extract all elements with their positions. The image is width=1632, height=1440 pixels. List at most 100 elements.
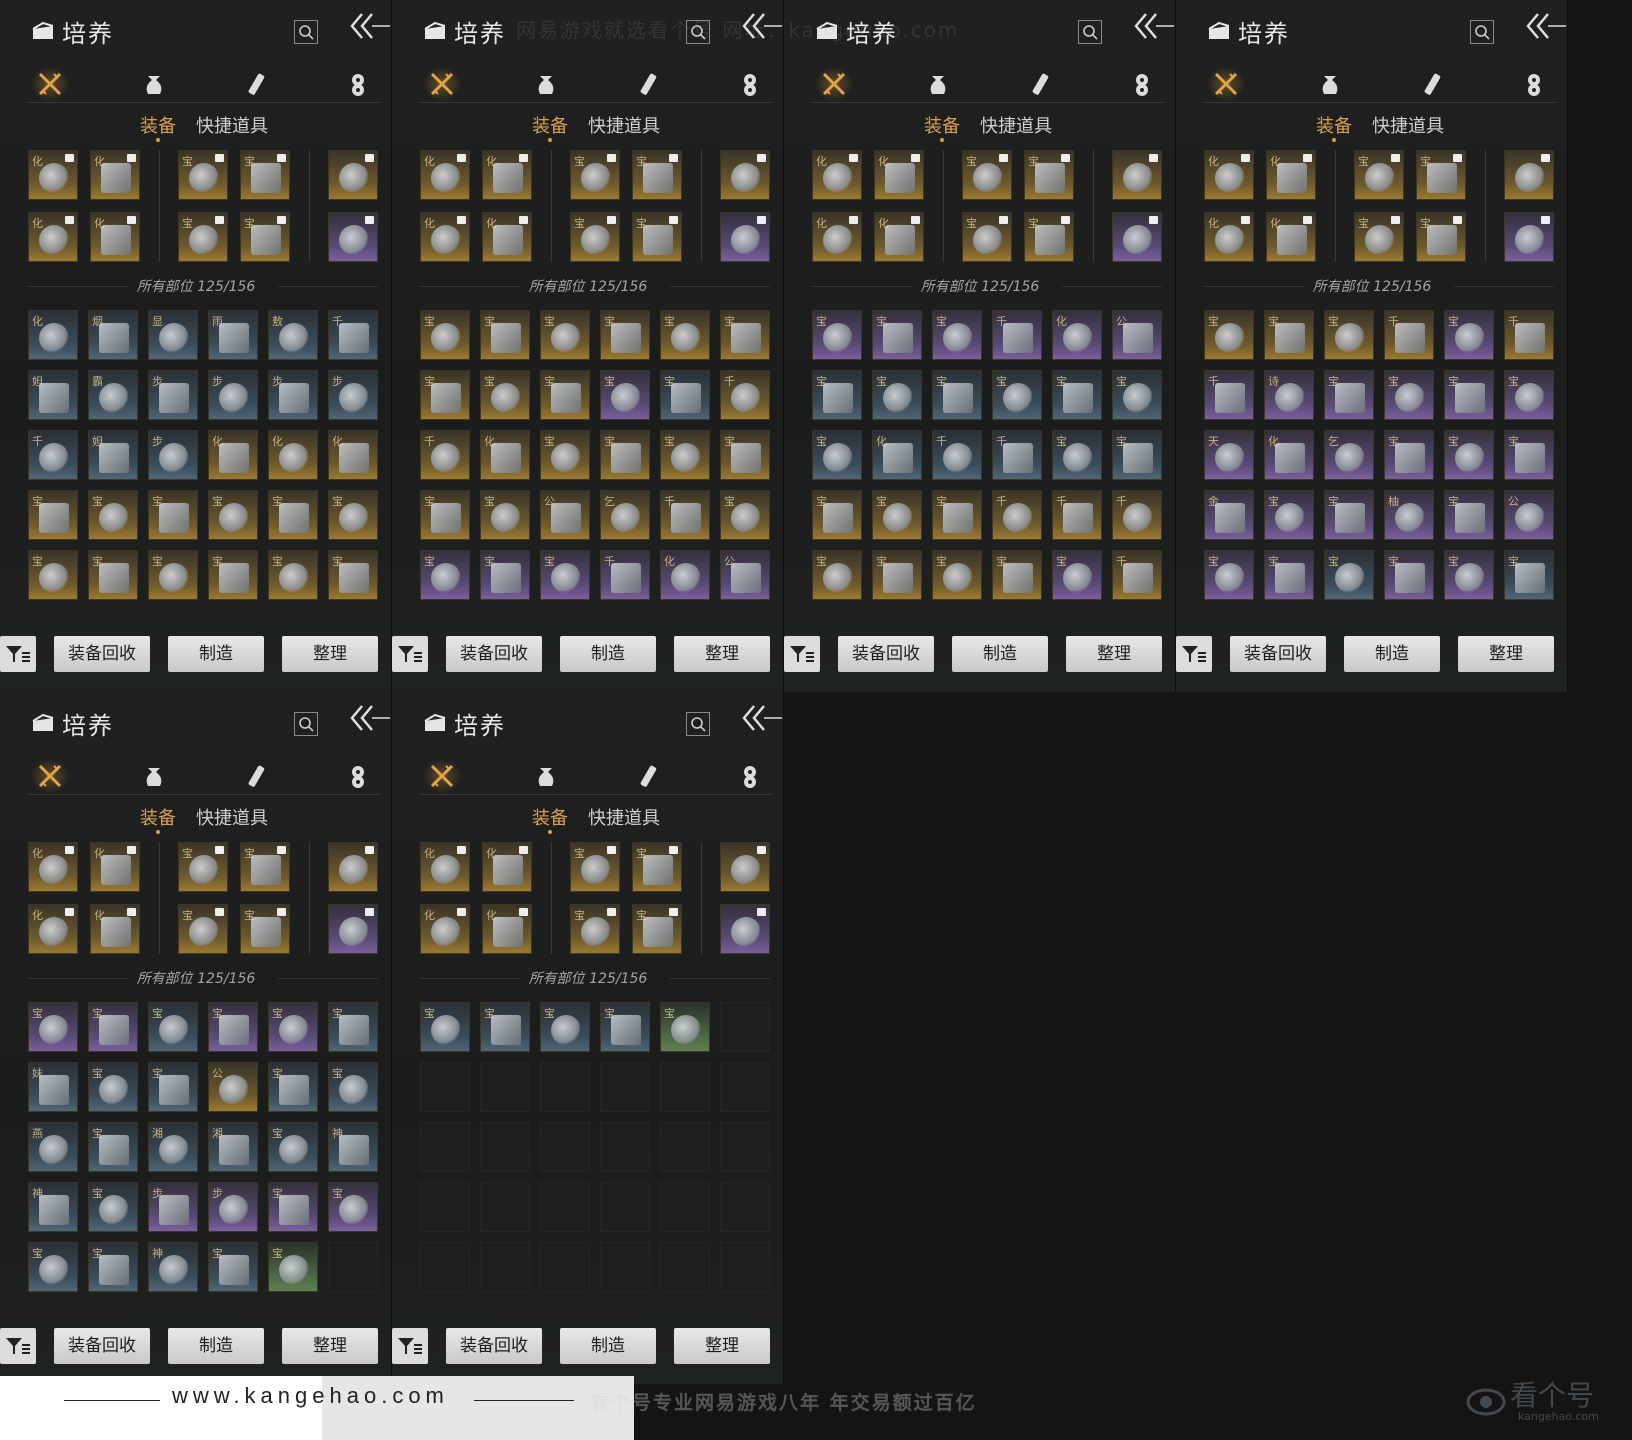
craft-button[interactable]: 制造: [560, 636, 656, 672]
inventory-slot[interactable]: 宝: [480, 550, 530, 600]
sort-button[interactable]: 整理: [1066, 636, 1162, 672]
inventory-slot[interactable]: [540, 1062, 590, 1112]
inventory-slot[interactable]: [600, 1242, 650, 1292]
inventory-slot[interactable]: 宝: [28, 1242, 78, 1292]
equipped-slot[interactable]: 宝: [570, 842, 620, 892]
tab-equipment[interactable]: 装备: [532, 804, 568, 830]
inventory-slot[interactable]: 宝: [28, 550, 78, 600]
tab-pouch[interactable]: [140, 762, 168, 790]
inventory-slot[interactable]: 宝: [1264, 550, 1314, 600]
tab-token[interactable]: [344, 70, 372, 98]
inventory-slot[interactable]: 宝: [420, 310, 470, 360]
tab-token[interactable]: [344, 762, 372, 790]
inventory-slot[interactable]: 化: [268, 430, 318, 480]
inventory-slot[interactable]: 步: [208, 370, 258, 420]
recycle-button[interactable]: 装备回收: [54, 636, 150, 672]
inventory-slot[interactable]: 乞: [600, 490, 650, 540]
equipped-slot[interactable]: [720, 212, 770, 262]
inventory-slot[interactable]: [480, 1122, 530, 1172]
craft-button[interactable]: 制造: [952, 636, 1048, 672]
equipped-slot[interactable]: 化: [874, 212, 924, 262]
inventory-slot[interactable]: [540, 1242, 590, 1292]
equipped-slot[interactable]: 化: [420, 212, 470, 262]
inventory-slot[interactable]: 宝: [1384, 430, 1434, 480]
inventory-slot[interactable]: 宝: [660, 370, 710, 420]
sort-button[interactable]: 整理: [674, 1328, 770, 1364]
inventory-slot[interactable]: 化: [1052, 310, 1102, 360]
inventory-slot[interactable]: 霸: [88, 370, 138, 420]
inventory-slot[interactable]: 燕: [28, 1122, 78, 1172]
inventory-slot[interactable]: 宝: [1052, 430, 1102, 480]
tab-token[interactable]: [1520, 70, 1548, 98]
inventory-slot[interactable]: 乞: [1324, 430, 1374, 480]
tab-scroll[interactable]: [634, 762, 662, 790]
equipped-slot[interactable]: 宝: [632, 150, 682, 200]
equipped-slot[interactable]: 化: [1204, 212, 1254, 262]
inventory-slot[interactable]: 宝: [1444, 550, 1494, 600]
inventory-slot[interactable]: 宝: [480, 490, 530, 540]
collapse-back-icon[interactable]: [348, 704, 390, 734]
inventory-slot[interactable]: 千: [992, 430, 1042, 480]
equipped-slot[interactable]: 宝: [240, 842, 290, 892]
inventory-slot[interactable]: 宝: [88, 1002, 138, 1052]
inventory-slot[interactable]: 宝: [1112, 430, 1162, 480]
equipped-slot[interactable]: 化: [28, 842, 78, 892]
equipped-slot[interactable]: 化: [90, 842, 140, 892]
inventory-slot[interactable]: 宝: [1444, 490, 1494, 540]
sort-button[interactable]: 整理: [1458, 636, 1554, 672]
inventory-slot[interactable]: [600, 1182, 650, 1232]
equipped-slot[interactable]: 宝: [240, 212, 290, 262]
inventory-slot[interactable]: 宝: [992, 550, 1042, 600]
inventory-slot[interactable]: 千: [720, 370, 770, 420]
inventory-slot[interactable]: 湘: [148, 1122, 198, 1172]
tab-equipment[interactable]: 装备: [924, 112, 960, 138]
inventory-slot[interactable]: 显: [148, 310, 198, 360]
inventory-slot[interactable]: 宝: [600, 370, 650, 420]
inventory-slot[interactable]: 宝: [1504, 430, 1554, 480]
inventory-slot[interactable]: 宝: [540, 430, 590, 480]
equipped-slot[interactable]: 化: [420, 842, 470, 892]
inventory-slot[interactable]: [600, 1062, 650, 1112]
equipped-slot[interactable]: 宝: [240, 904, 290, 954]
inventory-slot[interactable]: 湘: [208, 1122, 258, 1172]
inventory-slot[interactable]: 宝: [1052, 550, 1102, 600]
inventory-slot[interactable]: 宝: [1384, 370, 1434, 420]
inventory-slot[interactable]: 宝: [208, 490, 258, 540]
tab-scroll[interactable]: [1418, 70, 1446, 98]
inventory-slot[interactable]: 宝: [148, 490, 198, 540]
inventory-slot[interactable]: 千: [600, 550, 650, 600]
inventory-slot[interactable]: 宝: [720, 310, 770, 360]
equipped-slot[interactable]: 宝: [1416, 212, 1466, 262]
inventory-slot[interactable]: 化: [28, 310, 78, 360]
tab-sword[interactable]: [1206, 66, 1246, 102]
inventory-slot[interactable]: 宝: [1112, 370, 1162, 420]
inventory-slot[interactable]: 宝: [540, 370, 590, 420]
inventory-slot[interactable]: 公: [540, 490, 590, 540]
inventory-slot[interactable]: 公: [1112, 310, 1162, 360]
inventory-slot[interactable]: 妲: [28, 370, 78, 420]
recycle-button[interactable]: 装备回收: [446, 1328, 542, 1364]
inventory-slot[interactable]: 宝: [480, 310, 530, 360]
inventory-slot[interactable]: 宝: [812, 550, 862, 600]
inventory-slot[interactable]: 宝: [208, 1002, 258, 1052]
inventory-slot[interactable]: 宝: [1204, 310, 1254, 360]
tab-quick-items[interactable]: 快捷道具: [980, 112, 1052, 138]
equipped-slot[interactable]: 宝: [178, 212, 228, 262]
inventory-slot[interactable]: 宝: [600, 1002, 650, 1052]
tab-equipment[interactable]: 装备: [140, 112, 176, 138]
inventory-slot[interactable]: 宝: [148, 1002, 198, 1052]
recycle-button[interactable]: 装备回收: [446, 636, 542, 672]
equipped-slot[interactable]: 化: [482, 842, 532, 892]
inventory-slot[interactable]: 宝: [932, 490, 982, 540]
inventory-slot[interactable]: [420, 1062, 470, 1112]
equipped-slot[interactable]: 宝: [1354, 150, 1404, 200]
inventory-slot[interactable]: 宝: [268, 1002, 318, 1052]
inventory-slot[interactable]: 宝: [328, 1002, 378, 1052]
inventory-slot[interactable]: 宝: [88, 490, 138, 540]
inventory-slot[interactable]: 化: [1264, 430, 1314, 480]
inventory-slot[interactable]: [420, 1182, 470, 1232]
tab-sword[interactable]: [422, 758, 462, 794]
inventory-slot[interactable]: 宝: [88, 1242, 138, 1292]
inventory-slot[interactable]: [720, 1122, 770, 1172]
inventory-slot[interactable]: 宝: [872, 310, 922, 360]
